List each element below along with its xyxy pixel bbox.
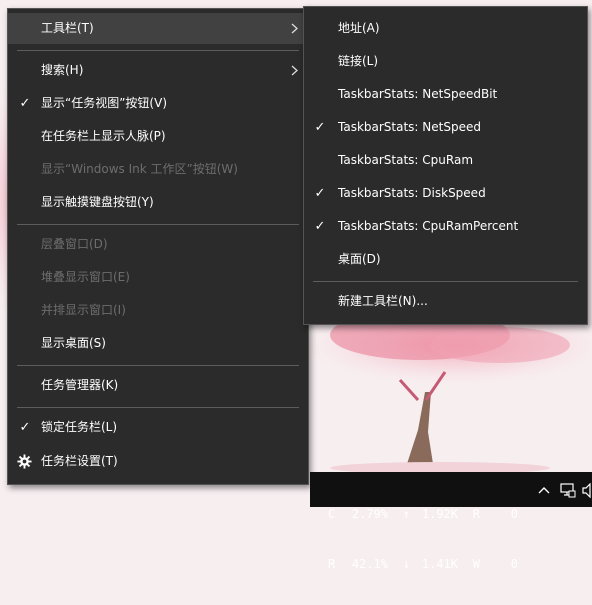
ram-value: 42.1% <box>351 556 388 571</box>
stats-row-top: C 2.79% ↑ 1.92K R 0 <box>328 506 518 523</box>
menu-item-show-desktop[interactable]: 显示桌面(S) <box>8 328 308 359</box>
checkmark-icon: ✓ <box>19 96 31 111</box>
menu-item-label: 显示桌面(S) <box>41 336 106 350</box>
ram-label: R <box>328 556 336 571</box>
cpu-label: C <box>328 507 336 521</box>
menu-item-label: 并排显示窗口(I) <box>41 303 126 317</box>
submenu-item-diskspeed[interactable]: ✓ TaskbarStats: DiskSpeed <box>304 178 587 209</box>
disk-write-label: W <box>472 556 480 571</box>
speaker-icon[interactable] <box>582 483 592 498</box>
submenu-item-desktop[interactable]: 桌面(D) <box>304 244 587 275</box>
menu-separator <box>17 50 299 51</box>
chevron-right-icon <box>291 23 298 34</box>
download-arrow-icon: ↓ <box>402 556 410 571</box>
menu-item-toolbars[interactable]: 工具栏(T) <box>8 13 308 44</box>
menu-separator <box>313 281 578 282</box>
menu-item-label: 在任务栏上显示人脉(P) <box>41 129 166 143</box>
checkmark-icon: ✓ <box>314 186 326 201</box>
menu-item-show-task-view[interactable]: ✓ 显示“任务视图”按钮(V) <box>8 88 308 119</box>
menu-item-label: 工具栏(T) <box>41 21 94 35</box>
menu-item-show-ink: 显示“Windows Ink 工作区”按钮(W) <box>8 154 308 185</box>
submenu-item-links[interactable]: 链接(L) <box>304 46 587 77</box>
chevron-right-icon <box>291 65 298 76</box>
chevron-up-icon[interactable] <box>538 486 550 494</box>
submenu-item-new-toolbar[interactable]: 新建工具栏(N)... <box>304 286 587 317</box>
taskbar[interactable]: C 2.79% ↑ 1.92K R 0 R 42.1% ↓ 1.41K W 0 <box>310 472 592 571</box>
menu-item-label: TaskbarStats: NetSpeedBit <box>338 87 498 101</box>
menu-item-search[interactable]: 搜索(H) <box>8 55 308 86</box>
menu-item-label: 地址(A) <box>338 21 380 35</box>
submenu-item-cpuram[interactable]: TaskbarStats: CpuRam <box>304 145 587 176</box>
menu-item-cascade: 层叠窗口(D) <box>8 229 308 260</box>
menu-item-show-people[interactable]: 在任务栏上显示人脉(P) <box>8 121 308 152</box>
menu-item-stacked: 堆叠显示窗口(E) <box>8 262 308 293</box>
menu-item-label: 显示“任务视图”按钮(V) <box>41 96 168 110</box>
network-icon[interactable] <box>560 483 576 498</box>
disk-read-value: 0 <box>510 507 518 521</box>
disk-write-value: 0 <box>510 556 518 571</box>
submenu-item-cpurampercent[interactable]: ✓ TaskbarStats: CpuRamPercent <box>304 211 587 242</box>
menu-item-task-manager[interactable]: 任务管理器(K) <box>8 370 308 401</box>
menu-item-label: 显示“Windows Ink 工作区”按钮(W) <box>41 162 238 176</box>
menu-item-side-by-side: 并排显示窗口(I) <box>8 295 308 326</box>
upload-arrow-icon: ↑ <box>402 507 410 521</box>
menu-item-label: 任务栏设置(T) <box>41 454 118 468</box>
cpu-value: 2.79% <box>351 507 388 521</box>
submenu-item-netspeed[interactable]: ✓ TaskbarStats: NetSpeed <box>304 112 587 143</box>
taskbar-stats-toolbar[interactable]: C 2.79% ↑ 1.92K R 0 R 42.1% ↓ 1.41K W 0 <box>328 473 518 605</box>
menu-separator <box>17 407 299 408</box>
upload-speed: 1.92K <box>421 507 458 521</box>
menu-item-label: TaskbarStats: DiskSpeed <box>338 186 486 200</box>
menu-item-label: 堆叠显示窗口(E) <box>41 270 130 284</box>
checkmark-icon: ✓ <box>314 219 326 234</box>
checkmark-icon: ✓ <box>314 120 326 135</box>
menu-item-label: 搜索(H) <box>41 63 84 77</box>
taskbar-context-menu: 工具栏(T) 搜索(H) ✓ 显示“任务视图”按钮(V) 在任务栏上显示人脉(P… <box>7 8 309 485</box>
submenu-item-address[interactable]: 地址(A) <box>304 13 587 44</box>
menu-item-label: TaskbarStats: CpuRamPercent <box>338 219 519 233</box>
menu-item-label: 显示触摸键盘按钮(Y) <box>41 195 154 209</box>
menu-item-lock-taskbar[interactable]: ✓ 锁定任务栏(L) <box>8 412 308 443</box>
checkmark-icon: ✓ <box>19 420 31 435</box>
menu-item-label: 任务管理器(K) <box>41 378 119 392</box>
menu-item-label: 锁定任务栏(L) <box>41 420 118 434</box>
menu-item-label: 层叠窗口(D) <box>41 237 108 251</box>
download-speed: 1.41K <box>421 556 458 571</box>
menu-item-taskbar-settings[interactable]: 任务栏设置(T) <box>8 446 308 477</box>
menu-item-show-keyboard[interactable]: 显示触摸键盘按钮(Y) <box>8 187 308 218</box>
menu-item-label: 桌面(D) <box>338 252 381 266</box>
menu-item-label: 新建工具栏(N)... <box>338 294 428 308</box>
menu-separator <box>17 365 299 366</box>
toolbars-submenu: 地址(A) 链接(L) TaskbarStats: NetSpeedBit ✓ … <box>303 6 588 325</box>
menu-item-label: 链接(L) <box>338 54 379 68</box>
menu-item-label: TaskbarStats: CpuRam <box>338 153 474 167</box>
disk-read-label: R <box>472 507 480 521</box>
submenu-item-netspeedbit[interactable]: TaskbarStats: NetSpeedBit <box>304 79 587 110</box>
menu-separator <box>17 224 299 225</box>
menu-item-label: TaskbarStats: NetSpeed <box>338 120 481 134</box>
stats-row-bottom: R 42.1% ↓ 1.41K W 0 <box>328 556 518 573</box>
gear-icon <box>17 454 32 469</box>
